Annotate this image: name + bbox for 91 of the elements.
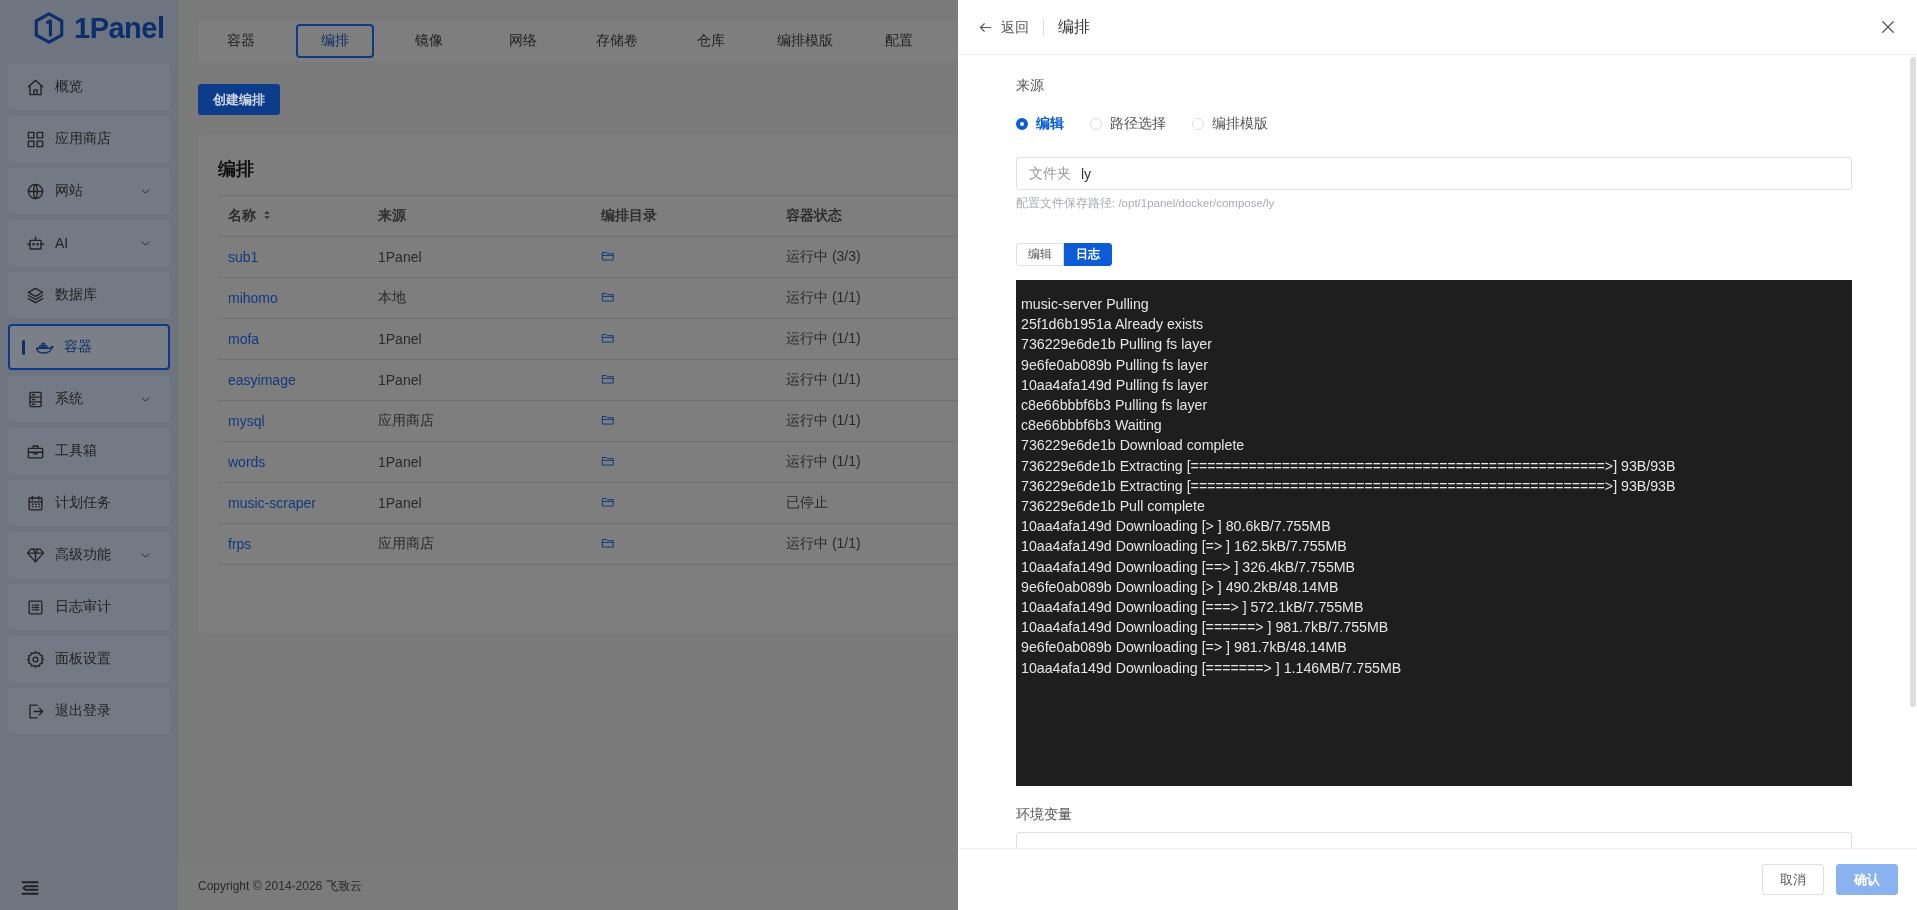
tab[interactable]: 镜像 <box>390 24 468 58</box>
log-line: 10aa4afa149d Downloading [=======> ] 1.146MB/7.755MB <box>1021 658 1403 678</box>
sidebar-item[interactable]: 应用商店 <box>8 116 170 162</box>
logout-icon <box>26 701 45 721</box>
log-line: 10aa4afa149d Downloading [> ] 80.6kB/7.755MB <box>1021 517 1332 537</box>
sidebar-item[interactable]: 系统 <box>8 376 170 422</box>
log-line: 10aa4afa149d Downloading [======> ] 981.7kB/7.755MB <box>1021 618 1390 638</box>
log-line: 736229e6de1b Pulling fs layer <box>1021 335 1213 355</box>
scrollbar[interactable] <box>1910 57 1916 707</box>
footer-button[interactable]: 取消 <box>1762 864 1824 895</box>
logo-text: 1Panel <box>74 11 165 45</box>
log-line: 736229e6de1b Pull complete <box>1021 497 1206 517</box>
tab[interactable]: 网络 <box>484 24 562 58</box>
table-cell: 1Panel <box>368 359 591 401</box>
sidebar-item[interactable]: 退出登录 <box>8 688 170 734</box>
log-line: music-server Pulling <box>1021 295 1150 314</box>
table-cell: 应用商店 <box>368 523 591 565</box>
radio-option[interactable]: 编辑 <box>1016 115 1064 133</box>
radio-option[interactable]: 路径选择 <box>1090 115 1166 133</box>
table-cell: 1Panel <box>368 482 591 524</box>
list-icon <box>26 597 45 617</box>
server-icon <box>26 389 45 409</box>
mode-tab[interactable]: 日志 <box>1064 243 1112 266</box>
sidebar-item[interactable]: 数据库 <box>8 272 170 318</box>
tab[interactable]: 存储卷 <box>578 24 656 58</box>
globe-icon <box>26 181 45 201</box>
settings-icon <box>26 649 45 669</box>
tab[interactable]: 容器 <box>202 24 280 58</box>
active-marker <box>22 339 25 355</box>
log-line: 10aa4afa149d Downloading [=> ] 162.5kB/7.755MB <box>1021 537 1348 557</box>
sidebar-item[interactable]: 高级功能 <box>8 532 170 578</box>
menu-icon[interactable] <box>20 878 40 898</box>
log-line: 25f1d6b1951a Already exists <box>1021 315 1205 335</box>
tab[interactable]: 编排模版 <box>766 24 844 58</box>
sidebar-item[interactable]: 计划任务 <box>8 480 170 526</box>
robot-icon <box>26 233 45 253</box>
log-line: 10aa4afa149d Pulling fs layer <box>1021 375 1209 395</box>
sidebar-item[interactable]: 日志审计 <box>8 584 170 630</box>
sidebar-item[interactable]: 网站 <box>8 168 170 214</box>
log-line: 736229e6de1b Download complete <box>1021 436 1246 456</box>
field-prefix: 文件夹 <box>1029 164 1071 183</box>
log-line: 9e6fe0ab089b Downloading [> ] 490.2kB/48.14MB <box>1021 577 1340 597</box>
house-icon <box>26 77 45 97</box>
name-link[interactable]: mihomo <box>228 290 278 306</box>
table-cell: 1Panel <box>368 236 591 278</box>
field-label: 来源 <box>1016 77 1045 95</box>
close-icon[interactable] <box>1879 18 1897 36</box>
card-title: 编排 <box>218 158 254 181</box>
name-link[interactable]: mysql <box>228 413 265 429</box>
name-link[interactable]: easyimage <box>228 372 296 388</box>
logo-icon <box>32 11 66 45</box>
log-line: c8e66bbbf6b3 Pulling fs layer <box>1021 396 1209 415</box>
sidebar-item[interactable]: 工具箱 <box>8 428 170 474</box>
log-line: c8e66bbbf6b3 Waiting <box>1021 416 1163 436</box>
folder-field[interactable]: 文件夹 ly <box>1016 157 1852 190</box>
tab[interactable]: 仓库 <box>672 24 750 58</box>
grid-icon <box>26 129 45 149</box>
mode-tab[interactable]: 编辑 <box>1016 243 1064 266</box>
create-button[interactable]: 创建编排 <box>198 84 280 115</box>
column-header: 编排目录 <box>591 195 776 237</box>
name-link[interactable]: mofa <box>228 331 260 347</box>
name-link[interactable]: frps <box>228 536 252 552</box>
sidebar-item[interactable]: 容器 <box>8 324 170 370</box>
log-line: 10aa4afa149d Downloading [===> ] 572.1kB/7.755MB <box>1021 598 1365 618</box>
tab[interactable]: 配置 <box>860 24 938 58</box>
table-cell: 1Panel <box>368 441 591 483</box>
table-cell: 1Panel <box>368 318 591 360</box>
table-cell: 本地 <box>368 277 591 319</box>
log-line: 9e6fe0ab089b Downloading [=> ] 981.7kB/48.14MB <box>1021 638 1348 658</box>
log-line: 736229e6de1b Extracting [==================================================>] 93B/93B <box>1021 456 1677 476</box>
log-line: 9e6fe0ab089b Pulling fs layer <box>1021 355 1209 375</box>
drawer-title: 编排 <box>1058 16 1090 37</box>
tab[interactable]: 编排 <box>296 24 374 58</box>
layers-icon <box>26 285 45 305</box>
path-hint: 配置文件保存路径: /opt/1panel/docker/compose/ly <box>1016 196 1276 211</box>
radio-option[interactable]: 编排模版 <box>1192 115 1268 133</box>
table-cell: 应用商店 <box>368 400 591 442</box>
name-link[interactable]: words <box>228 454 266 470</box>
column-header: 名称 <box>218 195 368 237</box>
sidebar-item[interactable]: AI <box>8 220 170 266</box>
calendar-icon <box>26 493 45 513</box>
column-header: 来源 <box>368 195 591 237</box>
log-line: 736229e6de1b Extracting [==================================================>] 93B/93B <box>1021 476 1677 496</box>
field-label: 环境变量 <box>1016 806 1073 824</box>
name-link[interactable]: music-scraper <box>228 495 316 511</box>
diamond-icon <box>26 545 45 565</box>
name-link[interactable]: sub1 <box>228 249 259 265</box>
sidebar-item[interactable]: 面板设置 <box>8 636 170 682</box>
log-line: 10aa4afa149d Downloading [==> ] 326.4kB/7.755MB <box>1021 557 1357 577</box>
back-link[interactable]: 返回 <box>978 18 1044 36</box>
sidebar-item[interactable]: 概览 <box>8 64 170 110</box>
